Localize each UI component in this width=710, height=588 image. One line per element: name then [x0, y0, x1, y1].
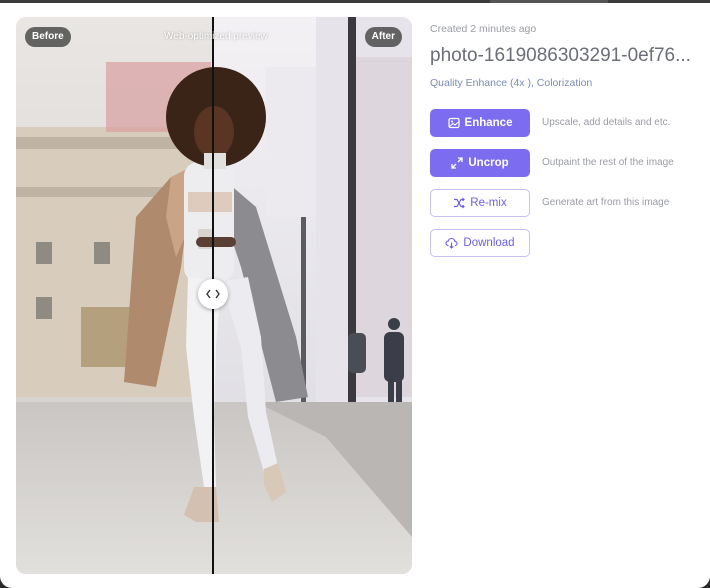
shuffle-icon — [454, 197, 466, 209]
after-label: After — [364, 27, 402, 47]
image-icon — [447, 117, 460, 129]
preview-note: Web-optimized preview — [164, 31, 268, 42]
uncrop-button[interactable]: Uncrop — [430, 149, 530, 177]
download-button-label: Download — [463, 237, 515, 249]
remix-button[interactable]: Re-mix — [430, 189, 530, 217]
enhance-description: Upscale, add details and etc. — [542, 117, 671, 128]
action-row-download: Download — [430, 229, 710, 257]
chevrons-left-right-icon — [206, 289, 220, 299]
action-row-enhance: Enhance Upscale, add details and etc. — [430, 109, 710, 137]
file-name: photo-1619086303291-0ef76... — [430, 45, 691, 66]
action-row-remix: Re-mix Generate art from this image — [430, 189, 710, 217]
created-timestamp: Created 2 minutes ago — [430, 23, 537, 35]
remix-description: Generate art from this image — [542, 197, 670, 208]
expand-icon — [451, 157, 464, 169]
processing-meta: Quality Enhance (4x ), Colorization — [430, 77, 593, 89]
download-button[interactable]: Download — [430, 229, 530, 257]
image-detail-modal: Before Web-optimized preview After Creat… — [0, 0, 710, 588]
before-after-compare[interactable]: Before Web-optimized preview After — [16, 17, 412, 574]
enhance-button-label: Enhance — [464, 117, 513, 129]
cloud-download-icon — [445, 237, 458, 249]
uncrop-button-label: Uncrop — [468, 157, 509, 169]
before-label: Before — [25, 27, 71, 47]
compare-slider-handle[interactable] — [198, 279, 228, 309]
uncrop-description: Outpaint the rest of the image — [542, 157, 674, 168]
remix-button-label: Re-mix — [470, 197, 507, 209]
action-row-uncrop: Uncrop Outpaint the rest of the image — [430, 149, 710, 177]
enhance-button[interactable]: Enhance — [430, 109, 530, 137]
top-edge — [0, 0, 710, 3]
